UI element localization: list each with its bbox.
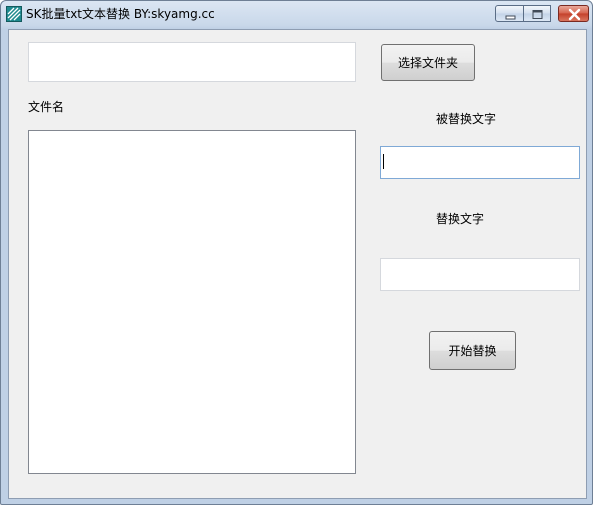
maximize-button[interactable] [524, 5, 551, 22]
maximize-icon [532, 10, 543, 19]
minimize-icon [505, 15, 516, 20]
title-bar[interactable]: SK批量txt文本替换 BY:skyamg.cc [1, 1, 592, 29]
close-icon [568, 8, 581, 21]
file-list[interactable] [28, 130, 356, 474]
replace-text-input[interactable] [380, 258, 580, 291]
text-caret [383, 154, 384, 169]
select-folder-button[interactable]: 选择文件夹 [381, 44, 475, 81]
close-button[interactable] [558, 5, 589, 22]
find-text-label: 被替换文字 [436, 112, 497, 126]
client-area: 选择文件夹 文件名 被替换文字 替换文字 开始替换 [8, 29, 587, 499]
app-icon [6, 6, 22, 22]
replace-text-label: 替换文字 [436, 212, 485, 226]
window-title: SK批量txt文本替换 BY:skyamg.cc [26, 7, 215, 21]
folder-path-input[interactable] [28, 42, 356, 82]
app-window: SK批量txt文本替换 BY:skyamg.cc 选择文件夹 文件名 被替换文字 [0, 0, 593, 505]
minimize-button[interactable] [495, 5, 524, 22]
find-text-input[interactable] [380, 146, 580, 179]
file-list-label: 文件名 [28, 100, 65, 114]
start-replace-button[interactable]: 开始替换 [429, 331, 516, 370]
